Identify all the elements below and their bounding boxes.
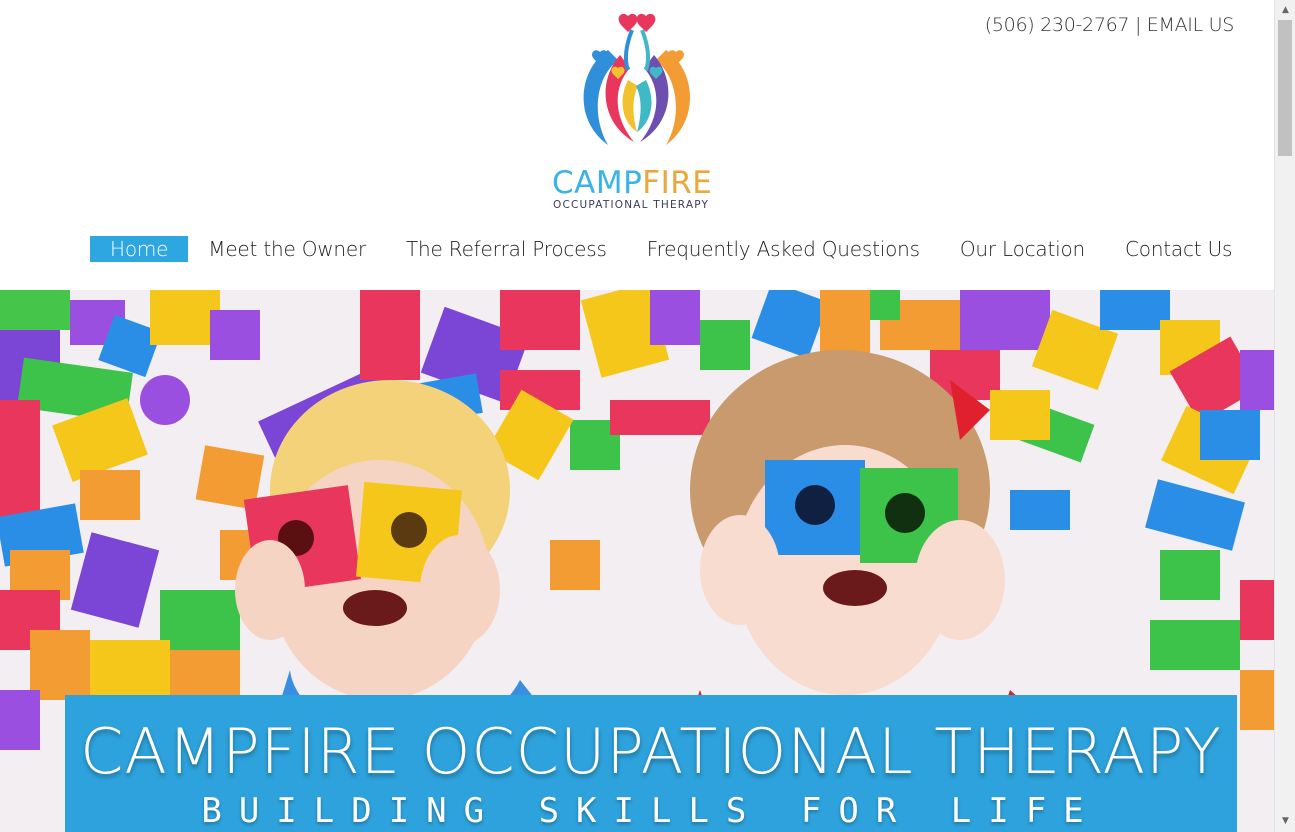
page-scrollbar[interactable]: ▲ ▼ (1274, 0, 1295, 832)
campfire-flame-icon (583, 13, 691, 145)
nav-meet-the-owner[interactable]: Meet the Owner (188, 236, 386, 262)
scroll-down-arrow-icon[interactable]: ▼ (1275, 813, 1295, 830)
page: (506) 230-2767 | EMAIL US CAMPFIRE OCCUP… (0, 0, 1274, 832)
email-us-link[interactable]: EMAIL US (1147, 14, 1235, 36)
nav-our-location[interactable]: Our Location (940, 236, 1105, 262)
phone-link[interactable]: (506) 230-2767 (985, 14, 1130, 36)
logo-subtitle: OCCUPATIONAL THERAPY (553, 199, 710, 211)
hero-banner: CAMPFIRE OCCUPATIONAL THERAPY BUILDING S… (65, 695, 1237, 832)
logo-word-camp: CAMP (552, 165, 643, 201)
contact-separator: | (1134, 14, 1142, 36)
banner-tagline: BUILDING SKILLS FOR LIFE (201, 791, 1101, 831)
scroll-thumb[interactable] (1278, 20, 1292, 156)
header-contact: (506) 230-2767 | EMAIL US (985, 14, 1235, 36)
nav-faq[interactable]: Frequently Asked Questions (627, 236, 940, 262)
nav-home[interactable]: Home (90, 236, 189, 262)
campfire-logo[interactable]: CAMPFIRE OCCUPATIONAL THERAPY (548, 10, 728, 215)
logo-wordmark: CAMPFIRE (552, 165, 712, 201)
nav-referral-process[interactable]: The Referral Process (386, 236, 627, 262)
scroll-up-arrow-icon[interactable]: ▲ (1275, 2, 1295, 19)
main-nav: Home Meet the Owner The Referral Process… (90, 234, 1252, 264)
logo-word-fire: FIRE (642, 165, 713, 201)
nav-contact-us[interactable]: Contact Us (1105, 236, 1252, 262)
banner-title: CAMPFIRE OCCUPATIONAL THERAPY (80, 715, 1222, 788)
